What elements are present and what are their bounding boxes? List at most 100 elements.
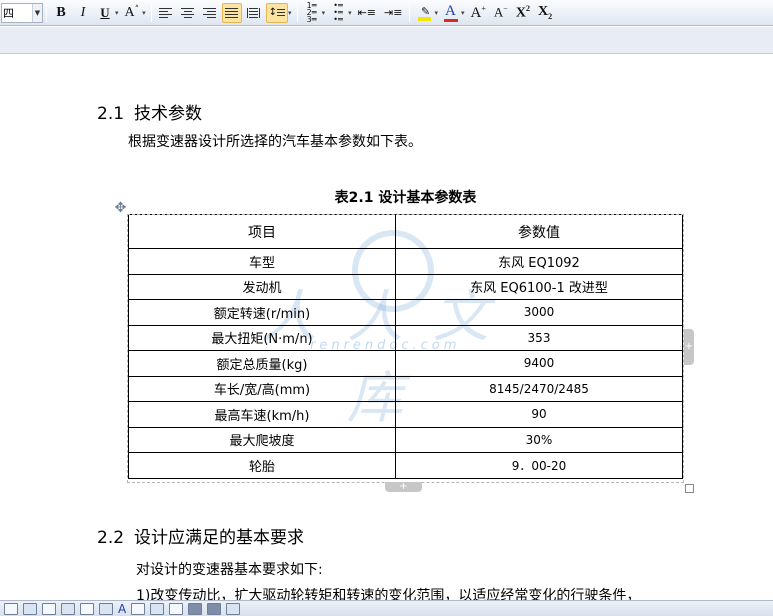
bullets-button[interactable]: •═ •═ •═ [328, 1, 348, 24]
table-cell[interactable]: 轮胎 [128, 452, 396, 479]
subscript-icon: X2 [537, 4, 553, 21]
drawing-toolbar: A [0, 600, 773, 616]
font-color-icon[interactable]: A [118, 603, 126, 615]
justify-button[interactable] [221, 2, 242, 23]
italic-button[interactable]: I [73, 3, 93, 23]
font-color-dropdown-icon[interactable]: ▾ [461, 9, 465, 17]
highlight-dropdown-icon[interactable]: ▾ [434, 9, 438, 17]
table-cell[interactable]: 8145/2470/2485 [395, 375, 683, 402]
insert-picture-icon[interactable] [4, 602, 18, 615]
change-case-button[interactable]: A ˄ [122, 3, 143, 23]
superscript-button[interactable]: X2 [513, 3, 533, 23]
align-left-button[interactable] [156, 3, 176, 23]
table-cell[interactable]: 9．00-20 [395, 452, 683, 479]
table-row: 轮胎 9．00-20 [128, 452, 683, 479]
table-row: 额定转速(r/min) 3000 [128, 299, 683, 326]
line-spacing-icon: ↕ [269, 7, 286, 18]
insert-textbox-icon[interactable] [42, 602, 56, 615]
table-resize-handle[interactable] [685, 484, 694, 493]
underline-dropdown-icon[interactable]: ▾ [115, 9, 119, 17]
fill-color-icon[interactable] [80, 602, 94, 615]
bulleted-list-icon: •═ •═ •═ [333, 1, 343, 24]
underline-button[interactable]: U [95, 3, 115, 23]
align-right-icon [203, 7, 217, 18]
table-row: 额定总质量(kg) 9400 [128, 350, 683, 377]
align-right-button[interactable] [200, 3, 220, 23]
requirements-intro: 对设计的变速器基本要求如下: [136, 562, 323, 578]
dash-style-icon[interactable] [150, 602, 165, 615]
table-row: 最高车速(km/h) 90 [128, 401, 683, 428]
table-cell[interactable]: 最大扭矩(N·m/n) [128, 324, 396, 351]
toolbar-separator [150, 3, 152, 22]
table-cell[interactable]: 发动机 [128, 273, 396, 300]
table-cell[interactable]: 最大爬坡度 [128, 426, 396, 453]
table-header-row: 项目 参数值 [128, 214, 683, 249]
subscript-button[interactable]: X2 [535, 3, 555, 23]
section-heading-2-1: 2.1 技术参数 [97, 104, 203, 124]
insert-chart-icon[interactable] [61, 602, 75, 615]
table-cell[interactable]: 额定总质量(kg) [128, 350, 396, 377]
table-caption: 表2.1 设计基本参数表 [334, 190, 477, 206]
table-cell[interactable]: 353 [395, 324, 683, 351]
intro-paragraph: 根据变速器设计所选择的汽车基本参数如下表。 [128, 134, 422, 150]
table-cell[interactable]: 9400 [395, 350, 683, 377]
table-row: 最大爬坡度 30% [128, 426, 683, 453]
font-size-value: 四 [3, 6, 14, 20]
toolbar-separator [296, 3, 298, 22]
table-cell[interactable]: 额定转速(r/min) [128, 299, 396, 326]
decrease-indent-button[interactable]: ⇤≡ [355, 3, 379, 23]
insert-image-icon[interactable] [23, 602, 37, 615]
align-left-icon [159, 7, 173, 18]
parameters-table: 项目 参数值 车型 东风 EQ1092 发动机 东风 EQ6100-1 改进型 … [128, 214, 683, 479]
table-move-handle-icon[interactable]: ✥ [113, 201, 128, 216]
3d-style-icon[interactable] [207, 602, 222, 615]
increase-indent-button[interactable]: ⇥≡ [381, 3, 405, 23]
table-cell[interactable]: 东风 EQ1092 [395, 248, 683, 275]
toolbar-separator [409, 3, 411, 22]
align-center-button[interactable] [178, 3, 198, 23]
table-cell[interactable]: 90 [395, 401, 683, 428]
table-cell[interactable]: 车长/宽/高(mm) [128, 375, 396, 402]
increase-indent-icon: ⇥≡ [384, 6, 403, 19]
add-row-button[interactable]: + [385, 482, 422, 492]
line-spacing-button[interactable]: ↕ [265, 2, 289, 23]
font-size-select[interactable]: 四 ▼ [1, 2, 43, 23]
header-cell-value[interactable]: 参数值 [395, 214, 683, 249]
line-style-icon[interactable] [131, 602, 146, 615]
table-cell[interactable]: 最高车速(km/h) [128, 401, 396, 428]
bullets-dropdown-icon[interactable]: ▾ [348, 9, 352, 17]
change-case-dropdown-icon[interactable]: ▾ [142, 9, 146, 17]
chevron-down-icon[interactable]: ▼ [32, 3, 42, 22]
grow-font-button[interactable]: A+ [468, 3, 489, 23]
table-row: 车型 东风 EQ1092 [128, 248, 683, 275]
add-column-button[interactable]: + [684, 329, 694, 365]
highlighter-icon: ✎ [417, 5, 431, 21]
shrink-font-icon: A− [493, 4, 508, 20]
line-spacing-dropdown-icon[interactable]: ▾ [288, 9, 292, 17]
table-cell[interactable]: 30% [395, 426, 683, 453]
header-cell-item[interactable]: 项目 [128, 214, 396, 249]
table-cell[interactable]: 车型 [128, 248, 396, 275]
shrink-font-button[interactable]: A− [491, 3, 511, 23]
formatting-toolbar: 四 ▼ B I U ▾ A ˄ ▾ ↕ ▾ 1═ 2═ 3═ ▾ •═ •═ •═ ▾ ⇤… [0, 0, 773, 26]
table-row: 发动机 东风 EQ6100-1 改进型 [128, 273, 683, 300]
toolbar-separator [46, 3, 47, 22]
highlight-button[interactable]: ✎ [414, 3, 434, 23]
table-cell[interactable]: 东风 EQ6100-1 改进型 [395, 273, 683, 300]
arrow-style-icon[interactable] [169, 602, 184, 615]
numbering-button[interactable]: 1═ 2═ 3═ [302, 2, 322, 24]
ruler-area [0, 27, 773, 54]
distributed-align-icon [247, 7, 261, 18]
table-cell[interactable]: 3000 [395, 299, 683, 326]
table-row: 车长/宽/高(mm) 8145/2470/2485 [128, 375, 683, 402]
distributed-align-button[interactable] [244, 3, 264, 23]
line-color-icon[interactable] [99, 602, 113, 615]
document-page[interactable]: 2.1 技术参数 根据变速器设计所选择的汽车基本参数如下表。 表2.1 设计基本参… [0, 55, 773, 604]
bold-button[interactable]: B [51, 3, 71, 23]
shadow-icon[interactable] [188, 602, 203, 615]
more-shapes-icon[interactable] [226, 602, 241, 615]
numbering-dropdown-icon[interactable]: ▾ [322, 9, 326, 17]
font-color-button[interactable]: A [441, 3, 461, 23]
justify-icon [225, 7, 239, 18]
section-heading-2-2: 2.2 设计应满足的基本要求 [97, 528, 305, 548]
